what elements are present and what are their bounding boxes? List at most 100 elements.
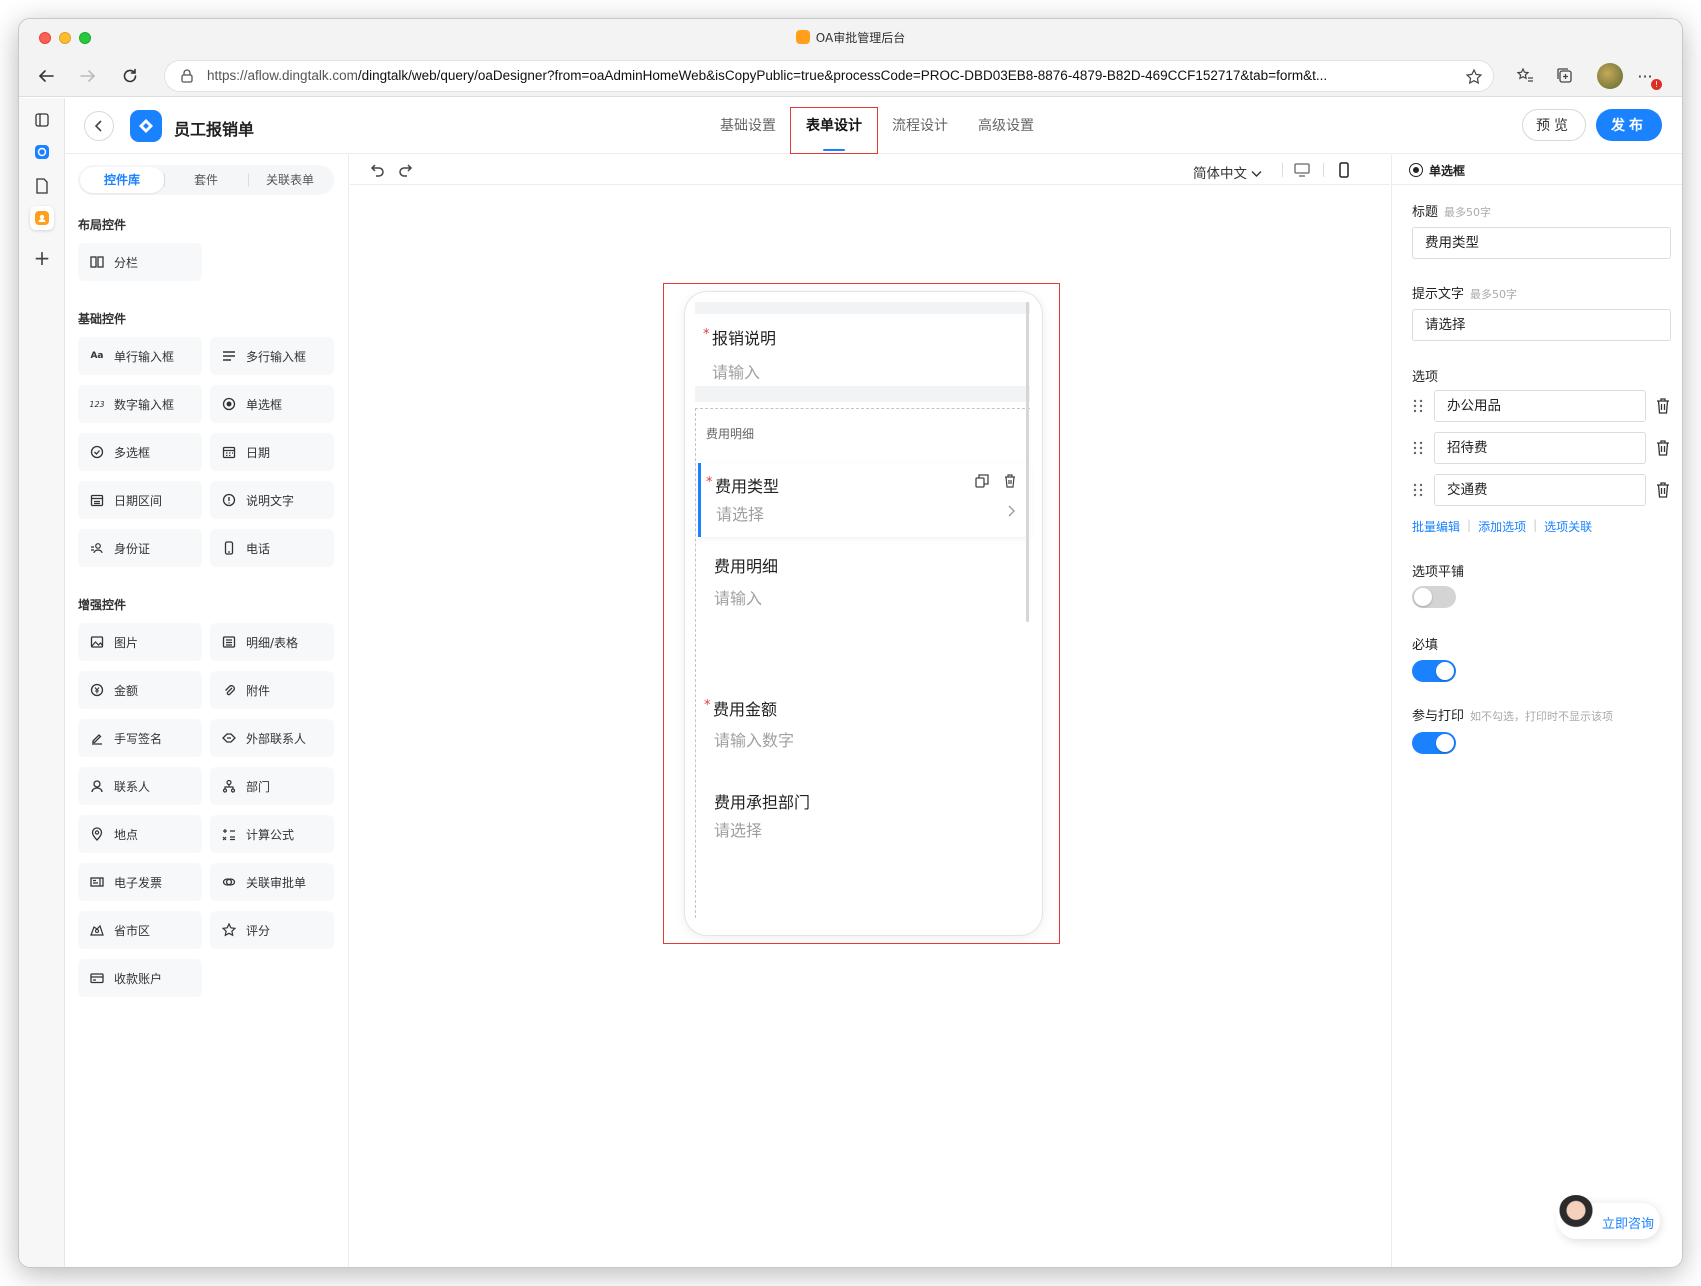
control-label: 部门 [246,779,271,794]
form-canvas: 简体中文 * 报销说明 请输入 费用明细 * 费用类型 请选择 费用明细 请输入… [350,155,1390,1267]
option-input[interactable]: 办公用品 [1434,390,1646,422]
lock-icon [181,69,193,83]
control-detail-table[interactable]: 明细/表格 [210,623,334,661]
window-title-text: OA审批管理后台 [815,31,906,45]
drag-handle-icon[interactable] [1412,398,1424,414]
language-select[interactable]: 简体中文 [1193,162,1262,182]
oa-app-icon[interactable] [30,206,54,230]
control-checkbox[interactable]: 多选框 [78,433,202,471]
back-button[interactable] [84,111,114,141]
copy-icon[interactable] [974,473,990,489]
control-label: 附件 [246,683,271,698]
tab-flow-design[interactable]: 流程设计 [878,98,962,154]
trash-icon[interactable] [1655,439,1671,457]
add-icon[interactable]: + [30,246,54,270]
drag-handle-icon[interactable] [1412,440,1424,456]
collections-icon[interactable] [1552,63,1578,89]
control-label: 联系人 [114,779,151,794]
control-formula[interactable]: 计算公式 [210,815,334,853]
forward-arrow-icon[interactable] [75,63,101,89]
control-phone[interactable]: 电话 [210,529,334,567]
trash-icon[interactable] [1655,481,1671,499]
contact-icon [90,779,104,793]
option-row: 办公用品 [1412,390,1671,422]
form-field-reimbursement-note[interactable]: * 报销说明 请输入 [695,314,1030,386]
desktop-view-icon[interactable] [1293,161,1311,179]
placeholder-input[interactable]: 请选择 [1412,309,1671,341]
tab-basic-settings[interactable]: 基础设置 [706,98,790,154]
favorites-list-icon[interactable] [1512,63,1538,89]
options-label: 选项 [1412,370,1439,385]
tile-options-toggle[interactable] [1412,586,1456,608]
tab-actions-icon[interactable] [30,108,54,132]
control-multi-line-input[interactable]: 多行输入框 [210,337,334,375]
designer-tabs: 基础设置 表单设计 流程设计 高级设置 [706,98,1050,154]
control-money[interactable]: 金额 [78,671,202,709]
add-option-link[interactable]: 添加选项 [1478,518,1526,535]
notification-badge-icon: ! [1651,79,1662,90]
control-id-card[interactable]: 身份证 [78,529,202,567]
control-signature[interactable]: 手写签名 [78,719,202,757]
control-radio[interactable]: 单选框 [210,385,334,423]
publish-button[interactable]: 发布 [1596,109,1662,141]
drag-handle-icon[interactable] [1412,482,1424,498]
control-single-line-input[interactable]: Aa 单行输入框 [78,337,202,375]
favorite-star-icon[interactable] [1465,68,1483,86]
undo-icon[interactable] [368,161,386,179]
segment-controls[interactable]: 控件库 [80,167,164,193]
field-label-expense-detail[interactable]: 费用明细 [714,553,778,577]
trash-icon[interactable] [1655,397,1671,415]
browser-profile-avatar[interactable] [1597,63,1623,89]
control-columns[interactable]: 分栏 [78,243,202,281]
phone-scrollbar[interactable] [1026,302,1029,622]
chevron-left-icon [94,120,102,132]
control-invoice[interactable]: 电子发票 [78,863,202,901]
batch-edit-link[interactable]: 批量编辑 [1412,518,1460,535]
segment-kits[interactable]: 套件 [164,167,248,193]
control-contact[interactable]: 联系人 [78,767,202,805]
control-bank-account[interactable]: 收款账户 [78,959,202,997]
control-location[interactable]: 地点 [78,815,202,853]
document-icon[interactable] [30,174,54,198]
control-external-contact[interactable]: 外部联系人 [210,719,334,757]
tab-form-design[interactable]: 表单设计 [790,98,878,154]
control-number-input[interactable]: 123 数字输入框 [78,385,202,423]
redo-icon[interactable] [397,161,415,179]
print-toggle[interactable] [1412,732,1456,754]
control-department[interactable]: 部门 [210,767,334,805]
control-image[interactable]: 图片 [78,623,202,661]
required-toggle[interactable] [1412,660,1456,682]
option-input[interactable]: 交通费 [1434,474,1646,506]
date-range-icon [90,493,104,507]
control-label: 关联审批单 [246,875,307,890]
preview-button[interactable]: 预览 [1522,109,1586,141]
title-input[interactable]: 费用类型 [1412,227,1671,259]
delete-icon[interactable] [1002,473,1018,489]
tab-advanced-settings[interactable]: 高级设置 [964,98,1048,154]
segment-linked-forms[interactable]: 关联表单 [248,167,332,193]
required-asterisk: * [704,698,711,713]
control-date[interactable]: 日期 [210,433,334,471]
link-separator: | [1533,518,1538,532]
detail-table-container[interactable]: 费用明细 * 费用类型 请选择 费用明细 请输入 * 费用金额 请输入数字 费用… [695,408,1030,918]
address-bar[interactable]: https://aflow.dingtalk.com/dingtalk/web/… [164,60,1494,92]
consult-now-button[interactable]: 立即咨询 [1556,1195,1660,1239]
checkbox-icon [90,445,104,459]
mobile-view-icon[interactable] [1335,161,1353,179]
reload-icon[interactable] [117,63,143,89]
option-input[interactable]: 招待费 [1434,432,1646,464]
field-label-cost-department[interactable]: 费用承担部门 [714,789,810,813]
control-description-text[interactable]: 说明文字 [210,481,334,519]
control-attachment[interactable]: 附件 [210,671,334,709]
option-association-link[interactable]: 选项关联 [1544,518,1592,535]
control-region[interactable]: 省市区 [78,911,202,949]
edge-app-icon[interactable] [30,140,54,164]
control-rating[interactable]: 评分 [210,911,334,949]
control-label: 分栏 [114,255,139,270]
form-field-expense-type[interactable]: * 费用类型 请选择 [698,463,1030,537]
control-linked-approval[interactable]: 关联审批单 [210,863,334,901]
field-label-expense-amount[interactable]: 费用金额 [713,696,777,720]
phone-icon [222,541,236,555]
control-date-range[interactable]: 日期区间 [78,481,202,519]
back-arrow-icon[interactable] [33,63,59,89]
